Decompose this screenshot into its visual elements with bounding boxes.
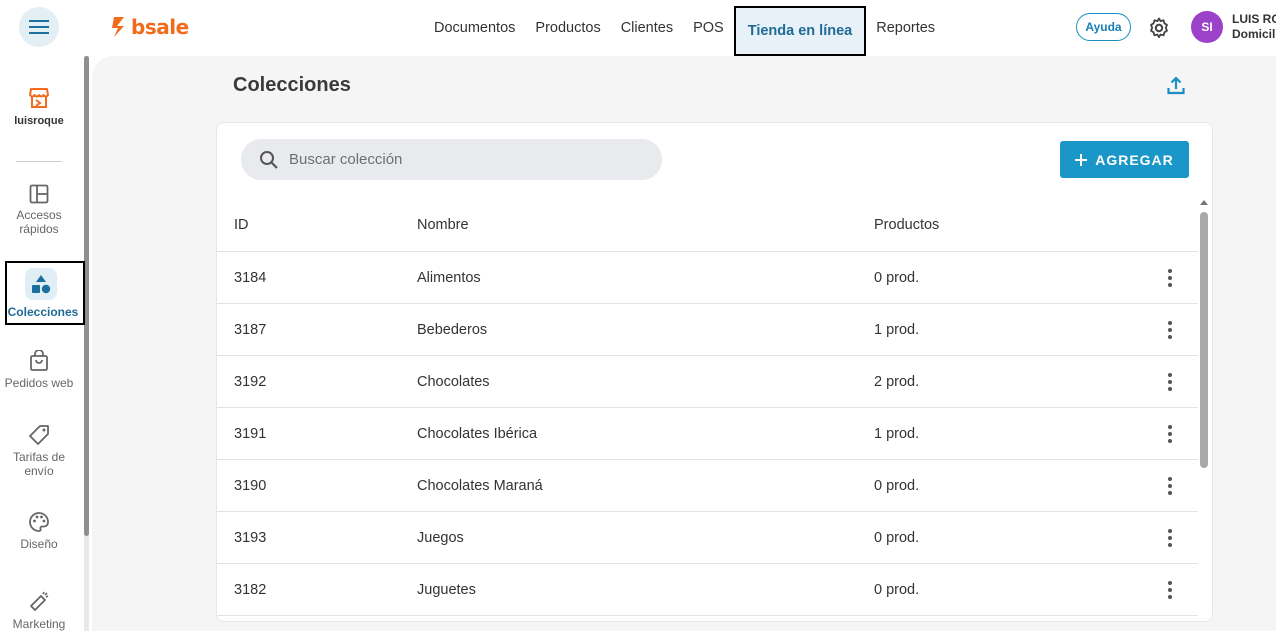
store-icon [29, 88, 49, 108]
top-bar: bsale Documentos Productos Clientes POS … [0, 0, 1276, 56]
sidebar-item-tarifas-de-envio[interactable]: Tarifas de envío [0, 424, 78, 478]
store-name: luisroque [14, 115, 64, 127]
cell-name: Chocolates Maraná [417, 477, 543, 494]
cell-products: 0 prod. [874, 269, 920, 286]
table-row[interactable]: 3192 Chocolates 2 prod. [217, 356, 1198, 408]
cell-name: Alimentos [417, 269, 481, 286]
more-options-icon[interactable] [1160, 580, 1180, 600]
shapes-icon-wrap [25, 268, 57, 300]
sidebar-store[interactable]: luisroque [0, 86, 78, 128]
upload-icon[interactable] [1166, 76, 1186, 96]
cell-products: 0 prod. [874, 529, 920, 546]
tag-icon [29, 425, 49, 445]
more-options-icon[interactable] [1160, 372, 1180, 392]
page-title: Colecciones [233, 74, 351, 96]
sidebar-divider [16, 161, 62, 162]
table-header: ID Nombre Productos [217, 198, 1198, 252]
help-button[interactable]: Ayuda [1076, 13, 1131, 41]
cell-name: Juegos [417, 529, 464, 546]
nav-pos[interactable]: POS [683, 0, 734, 56]
sidebar-item-label: Diseño [20, 537, 58, 551]
add-collection-button[interactable]: AGREGAR [1060, 141, 1189, 178]
cell-products: 1 prod. [874, 321, 920, 338]
collections-card: AGREGAR ID Nombre Productos 3184 Aliment… [216, 122, 1213, 622]
logo-text: bsale [131, 15, 189, 39]
sidebar-item-label: Pedidos web [4, 376, 74, 390]
menu-icon [29, 20, 49, 34]
sidebar-item-label: Colecciones [7, 305, 79, 319]
sidebar-item-accesos-rapidos[interactable]: Accesos rápidos [0, 184, 78, 236]
megaphone-icon [30, 591, 49, 611]
cell-id: 3190 [234, 477, 267, 494]
table-row[interactable]: 3193 Juegos 0 prod. [217, 512, 1198, 564]
table-row[interactable]: 3190 Chocolates Maraná 0 prod. [217, 460, 1198, 512]
sidebar-item-label: Marketing [12, 617, 66, 631]
add-button-label: AGREGAR [1095, 151, 1174, 168]
more-options-icon[interactable] [1160, 528, 1180, 548]
search-box[interactable] [241, 139, 662, 180]
bsale-logo-icon [112, 17, 124, 37]
more-options-icon[interactable] [1160, 268, 1180, 288]
gear-icon[interactable] [1147, 16, 1171, 40]
cell-id: 3192 [234, 373, 267, 390]
bsale-logo[interactable]: bsale [111, 14, 189, 40]
sidebar-item-marketing[interactable]: Marketing [0, 591, 78, 631]
column-header-id[interactable]: ID [217, 217, 417, 233]
main-nav: Documentos Productos Clientes POS Tienda… [424, 0, 945, 56]
user-name: LUIS RO [1232, 12, 1276, 26]
shapes-icon [32, 275, 51, 294]
column-header-productos[interactable]: Productos [874, 217, 1142, 233]
layout-icon [29, 184, 49, 204]
search-icon [260, 150, 278, 169]
cell-name: Bebederos [417, 321, 488, 338]
cell-name: Chocolates [417, 373, 490, 390]
cell-name: Juguetes [417, 581, 476, 598]
palette-icon [29, 512, 49, 532]
sidebar-item-diseno[interactable]: Diseño [0, 511, 78, 551]
user-subtitle: Domicil [1232, 27, 1276, 41]
cell-name: Chocolates Ibérica [417, 425, 538, 442]
column-header-nombre[interactable]: Nombre [417, 217, 874, 233]
collections-table: ID Nombre Productos 3184 Alimentos 0 pro… [217, 198, 1198, 616]
sidebar-item-colecciones[interactable]: Colecciones [5, 261, 85, 325]
sidebar-item-label: Accesos rápidos [16, 208, 62, 236]
more-options-icon[interactable] [1160, 320, 1180, 340]
nav-productos[interactable]: Productos [525, 0, 610, 56]
user-info[interactable]: LUIS RO Domicil [1232, 12, 1276, 42]
cell-id: 3191 [234, 425, 267, 442]
cell-products: 0 prod. [874, 581, 920, 598]
table-scroll-up-arrow[interactable] [1200, 200, 1208, 205]
hamburger-menu-button[interactable] [19, 7, 59, 47]
shopping-bag-icon [30, 350, 48, 371]
search-input[interactable] [289, 151, 629, 168]
plus-icon [1075, 153, 1088, 166]
table-row[interactable]: 3191 Chocolates Ibérica 1 prod. [217, 408, 1198, 460]
nav-tienda-en-linea[interactable]: Tienda en línea [733, 6, 867, 56]
cell-id: 3193 [234, 529, 267, 546]
cell-id: 3182 [234, 581, 267, 598]
cell-id: 3184 [234, 269, 267, 286]
nav-documentos[interactable]: Documentos [424, 0, 525, 56]
table-row[interactable]: 3184 Alimentos 0 prod. [217, 252, 1198, 304]
cell-products: 0 prod. [874, 477, 920, 494]
cell-id: 3187 [234, 321, 267, 338]
table-row[interactable]: 3182 Juguetes 0 prod. [217, 564, 1198, 616]
table-row[interactable]: 3187 Bebederos 1 prod. [217, 304, 1198, 356]
cell-products: 1 prod. [874, 425, 920, 442]
sidebar-item-pedidos-web[interactable]: Pedidos web [0, 350, 78, 390]
nav-clientes[interactable]: Clientes [611, 0, 683, 56]
avatar[interactable]: SI [1191, 11, 1223, 43]
cell-products: 2 prod. [874, 373, 920, 390]
more-options-icon[interactable] [1160, 424, 1180, 444]
more-options-icon[interactable] [1160, 476, 1180, 496]
table-scrollbar-thumb[interactable] [1200, 212, 1208, 468]
nav-reportes[interactable]: Reportes [866, 0, 945, 56]
sidebar-item-label: Tarifas de envío [12, 450, 66, 478]
